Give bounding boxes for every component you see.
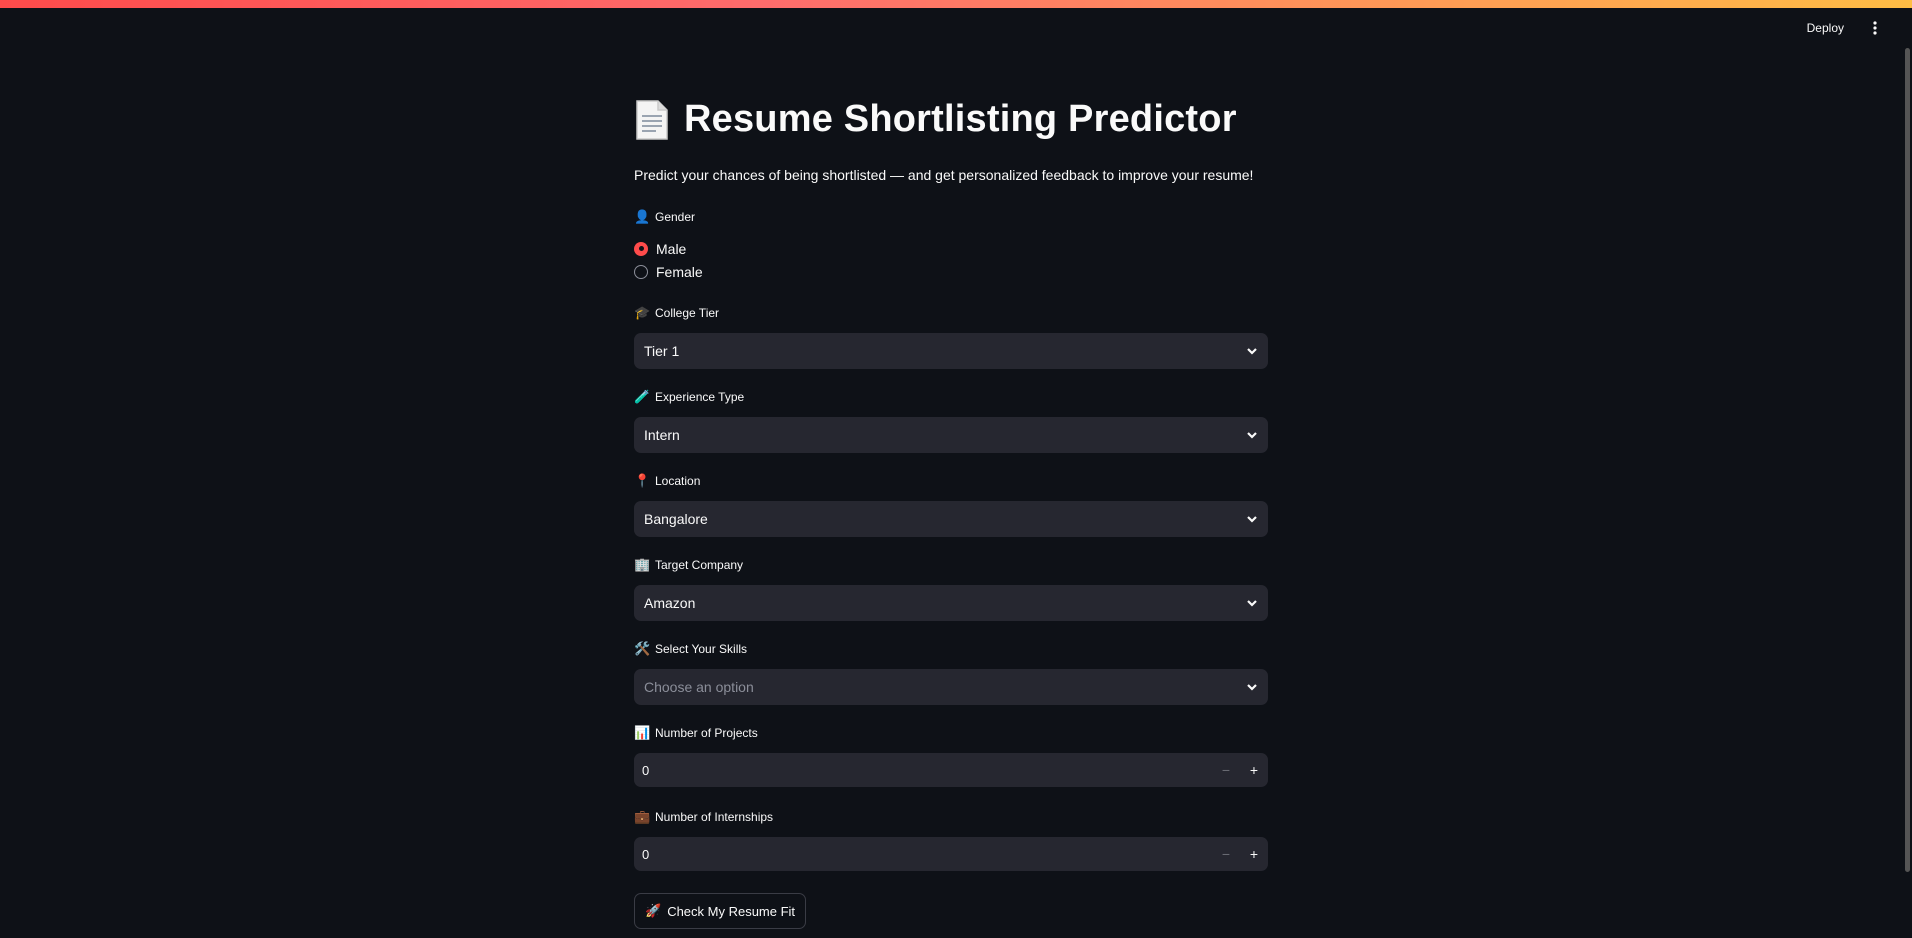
more-vertical-icon[interactable] xyxy=(1868,18,1882,38)
office-building-icon: 🏢 xyxy=(634,557,651,572)
decrement-button[interactable]: − xyxy=(1212,837,1240,871)
location-label-text: Location xyxy=(655,474,701,488)
target-company-value: Amazon xyxy=(644,595,696,611)
skills-multiselect[interactable]: Choose an option xyxy=(634,669,1268,705)
decrement-button[interactable]: − xyxy=(1212,753,1240,787)
rocket-icon: 🚀 xyxy=(645,903,662,918)
page-scrollbar[interactable] xyxy=(1905,48,1910,872)
gender-label-text: Gender xyxy=(655,210,696,224)
radio-option-female[interactable]: Female xyxy=(634,260,1268,283)
skills-label: 🛠️ Select Your Skills xyxy=(634,641,1268,657)
radio-label-female[interactable]: Female xyxy=(656,264,703,280)
radio-unchecked-icon[interactable] xyxy=(634,264,648,279)
gender-radio-group: Male Female xyxy=(634,237,1268,283)
experience-type-label: 🧪 Experience Type xyxy=(634,389,1268,405)
experience-type-select[interactable]: Intern xyxy=(634,417,1268,453)
target-company-select[interactable]: Amazon xyxy=(634,585,1268,621)
main-content: Resume Shortlisting Predictor Predict yo… xyxy=(634,98,1268,929)
map-pin-icon: 📍 xyxy=(634,473,651,488)
internships-number-input[interactable]: 0 − + xyxy=(634,837,1268,871)
graduation-cap-icon: 🎓 xyxy=(634,305,651,320)
college-tier-label-text: College Tier xyxy=(655,306,720,320)
person-icon: 👤 xyxy=(634,209,651,224)
check-resume-fit-button[interactable]: 🚀 Check My Resume Fit xyxy=(634,893,807,929)
college-tier-select[interactable]: Tier 1 xyxy=(634,333,1268,369)
increment-button[interactable]: + xyxy=(1240,753,1268,787)
check-resume-fit-label: Check My Resume Fit xyxy=(667,903,796,919)
chevron-down-icon[interactable] xyxy=(1246,683,1258,691)
location-label: 📍 Location xyxy=(634,473,1268,489)
target-company-label-text: Target Company xyxy=(655,558,744,572)
radio-checked-icon[interactable] xyxy=(634,241,648,256)
location-select[interactable]: Bangalore xyxy=(634,501,1268,537)
top-decoration-bar xyxy=(0,0,1912,8)
page-title: Resume Shortlisting Predictor xyxy=(634,98,1268,141)
page-title-text: Resume Shortlisting Predictor xyxy=(684,98,1237,140)
document-icon xyxy=(634,99,670,141)
experience-type-value: Intern xyxy=(644,427,680,443)
projects-label: 📊 Number of Projects xyxy=(634,725,1268,741)
chevron-down-icon[interactable] xyxy=(1246,431,1258,439)
internships-label-text: Number of Internships xyxy=(655,810,774,824)
projects-value[interactable]: 0 xyxy=(642,763,649,778)
projects-number-input[interactable]: 0 − + xyxy=(634,753,1268,787)
page-subtitle: Predict your chances of being shortliste… xyxy=(634,167,1254,183)
experience-type-label-text: Experience Type xyxy=(655,390,745,404)
briefcase-icon: 💼 xyxy=(634,809,651,824)
radio-label-male[interactable]: Male xyxy=(656,241,686,257)
radio-option-male[interactable]: Male xyxy=(634,237,1268,260)
skills-placeholder: Choose an option xyxy=(644,679,754,695)
deploy-button[interactable]: Deploy xyxy=(1801,17,1850,39)
location-value: Bangalore xyxy=(644,511,708,527)
target-company-label: 🏢 Target Company xyxy=(634,557,1268,573)
internships-label: 💼 Number of Internships xyxy=(634,809,1268,825)
internships-stepper: − + xyxy=(1212,837,1268,871)
chevron-down-icon[interactable] xyxy=(1246,515,1258,523)
projects-stepper: − + xyxy=(1212,753,1268,787)
college-tier-label: 🎓 College Tier xyxy=(634,305,1268,321)
test-tube-icon: 🧪 xyxy=(634,389,651,404)
chevron-down-icon[interactable] xyxy=(1246,347,1258,355)
app-toolbar: Deploy xyxy=(1801,8,1912,48)
chevron-down-icon[interactable] xyxy=(1246,599,1258,607)
tools-icon: 🛠️ xyxy=(634,641,651,656)
bar-chart-icon: 📊 xyxy=(634,725,651,740)
skills-label-text: Select Your Skills xyxy=(655,642,748,656)
projects-label-text: Number of Projects xyxy=(655,726,758,740)
internships-value[interactable]: 0 xyxy=(642,847,649,862)
college-tier-value: Tier 1 xyxy=(644,343,680,359)
increment-button[interactable]: + xyxy=(1240,837,1268,871)
gender-label: 👤 Gender xyxy=(634,209,1268,225)
